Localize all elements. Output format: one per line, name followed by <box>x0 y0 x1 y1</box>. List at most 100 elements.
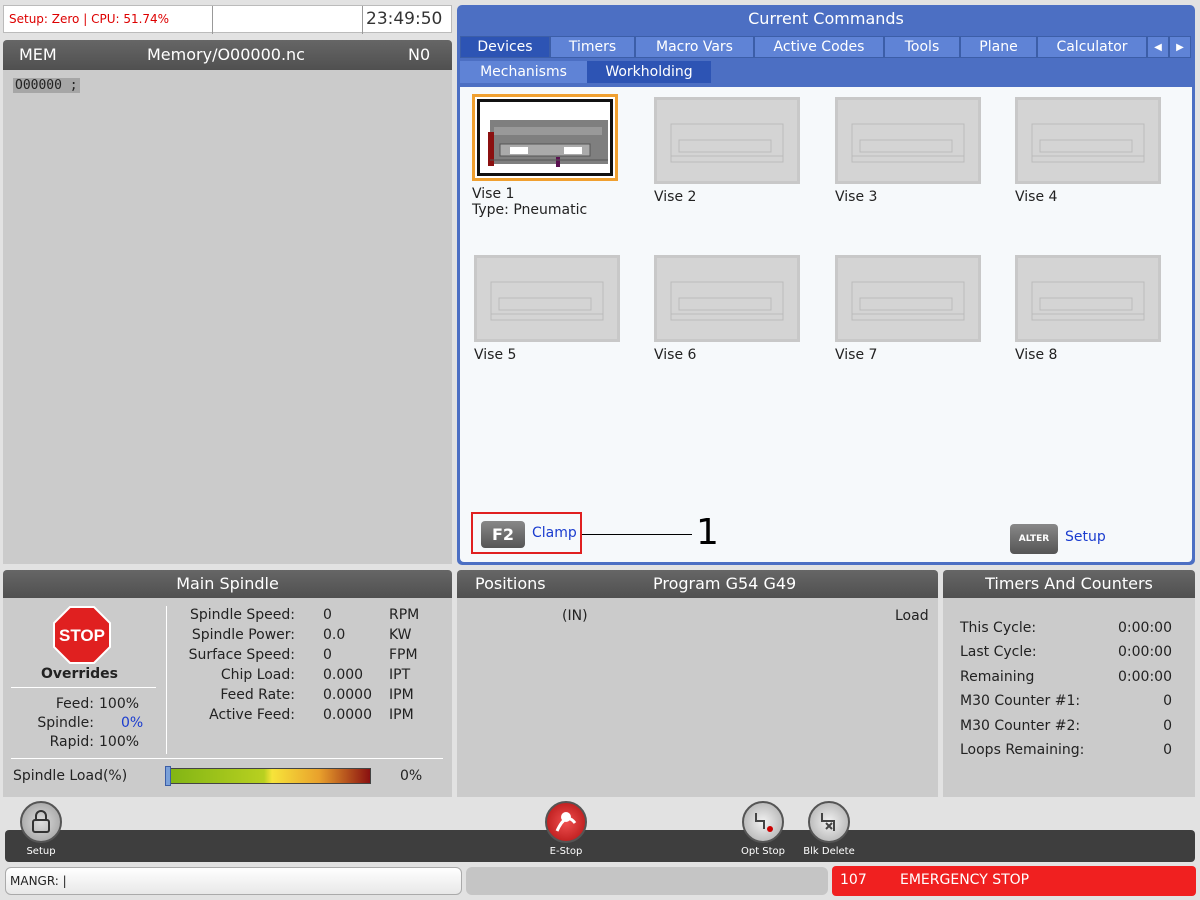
vise-thumbnail <box>1015 97 1161 184</box>
override-label: Rapid: <box>49 734 94 750</box>
vise-thumbnail <box>654 255 800 342</box>
opt-stop-button-label: Opt Stop <box>740 846 786 857</box>
setup-button[interactable]: Setup <box>12 801 70 857</box>
mangr-input[interactable]: MANGR: | <box>5 867 462 895</box>
current-commands-panel: Current Commands Devices Timers Macro Va… <box>457 5 1195 565</box>
clamp-label[interactable]: Clamp <box>532 525 577 541</box>
spindle-power-row: Spindle Power: 0.0 KW <box>163 627 443 647</box>
row-value: 0 <box>1163 718 1172 734</box>
vise-6[interactable]: Vise 6 <box>654 255 804 363</box>
override-label: Spindle: <box>37 715 94 731</box>
estop-button[interactable]: E-Stop <box>536 801 596 857</box>
vise-label: Vise 5 <box>474 347 517 363</box>
subtab-mechanisms[interactable]: Mechanisms <box>460 61 587 83</box>
alter-key-button[interactable]: ALTER <box>1010 524 1058 554</box>
bottom-toolbar <box>5 830 1195 862</box>
timers-header: Timers And Counters <box>943 570 1195 598</box>
estop-button-label: E-Stop <box>549 846 583 857</box>
setup-label[interactable]: Setup <box>1065 529 1106 545</box>
divider <box>11 758 443 759</box>
spindle-load-marker <box>165 766 171 786</box>
row-label: Feed Rate: <box>220 687 295 703</box>
vise-label: Vise 1 <box>472 186 515 202</box>
row-label: Surface Speed: <box>188 647 295 663</box>
timers-counters-panel: Timers And Counters This Cycle: 0:00:00 … <box>943 570 1195 797</box>
vise-thumbnail <box>835 97 981 184</box>
units-label: (IN) <box>562 608 588 624</box>
row-value: 0.000 <box>323 667 364 683</box>
vise-8[interactable]: Vise 8 <box>1015 255 1165 363</box>
spindle-load-label: Spindle Load(%) <box>13 768 128 784</box>
m30-counter-2-row: M30 Counter #2: 0 <box>960 718 1172 734</box>
row-label: M30 Counter #1: <box>960 693 1081 709</box>
block-delete-icon <box>808 801 850 843</box>
vise-2[interactable]: Vise 2 <box>654 97 804 205</box>
vise-thumbnail <box>835 255 981 342</box>
vise-4[interactable]: Vise 4 <box>1015 97 1165 205</box>
divider <box>212 6 213 34</box>
row-label: Last Cycle: <box>960 644 1037 660</box>
divider <box>362 6 363 34</box>
tab-devices[interactable]: Devices <box>460 36 550 58</box>
tab-scroll-right-icon[interactable]: ▶ <box>1169 36 1191 58</box>
blk-delete-button[interactable]: Blk Delete <box>798 801 860 857</box>
row-value: 0 <box>1163 742 1172 758</box>
main-spindle-panel: Main Spindle STOP Overrides Feed: 100% S… <box>3 570 452 797</box>
vise-7[interactable]: Vise 7 <box>835 255 985 363</box>
row-value: 0.0000 <box>323 707 372 723</box>
stop-icon: STOP <box>53 606 111 668</box>
row-unit: RPM <box>389 607 420 623</box>
vise-icon <box>1031 123 1145 163</box>
program-coordinates: Program G54 G49 <box>653 574 797 593</box>
row-label: Loops Remaining: <box>960 742 1085 758</box>
memory-panel: MEM Memory/O00000.nc N0 O00000 ; <box>3 40 452 564</box>
row-label: Spindle Speed: <box>190 607 295 623</box>
last-cycle-row: Last Cycle: 0:00:00 <box>960 644 1172 660</box>
tab-plane[interactable]: Plane <box>960 36 1037 58</box>
tab-timers[interactable]: Timers <box>550 36 635 58</box>
program-file-name: Memory/O00000.nc <box>147 45 305 64</box>
vise-icon <box>851 281 965 321</box>
row-value: 0.0000 <box>323 687 372 703</box>
stop-text: STOP <box>59 626 105 645</box>
divider <box>11 687 156 688</box>
override-label: Feed: <box>55 696 94 712</box>
spindle-header: Main Spindle <box>3 570 452 598</box>
override-value: 100% <box>99 696 140 712</box>
surface-speed-row: Surface Speed: 0 FPM <box>163 647 443 667</box>
load-label: Load <box>895 608 929 624</box>
tab-active-codes[interactable]: Active Codes <box>754 36 884 58</box>
blk-delete-button-label: Blk Delete <box>803 846 855 857</box>
tab-calculator[interactable]: Calculator <box>1037 36 1147 58</box>
row-label: This Cycle: <box>960 620 1037 636</box>
opt-stop-button[interactable]: Opt Stop <box>734 801 792 857</box>
remaining-row: Remaining 0:00:00 <box>960 669 1172 685</box>
panel-title: Main Spindle <box>176 574 279 593</box>
vise-thumbnail <box>654 97 800 184</box>
clamp-highlight-box: F2 Clamp <box>471 512 582 554</box>
m30-counter-1-row: M30 Counter #1: 0 <box>960 693 1172 709</box>
program-line[interactable]: O00000 ; <box>13 78 80 93</box>
tab-scroll-left-icon[interactable]: ◀ <box>1147 36 1169 58</box>
row-unit: IPM <box>389 687 414 703</box>
vise-icon <box>851 123 965 163</box>
f2-key-button[interactable]: F2 <box>481 521 525 548</box>
opt-stop-icon <box>742 801 784 843</box>
vise-3[interactable]: Vise 3 <box>835 97 985 205</box>
tab-macro-vars[interactable]: Macro Vars <box>635 36 754 58</box>
vise-5[interactable]: Vise 5 <box>474 255 624 363</box>
this-cycle-row: This Cycle: 0:00:00 <box>960 620 1172 636</box>
alarm-banner[interactable]: 107 EMERGENCY STOP <box>832 866 1196 896</box>
active-feed-row: Active Feed: 0.0000 IPM <box>163 707 443 727</box>
vise-thumbnail <box>1015 255 1161 342</box>
tab-tools[interactable]: Tools <box>884 36 960 58</box>
vise-thumbnail <box>472 94 618 181</box>
vise-label: Vise 6 <box>654 347 697 363</box>
vise-1[interactable]: Vise 1 Type: Pneumatic <box>472 94 622 218</box>
loops-remaining-row: Loops Remaining: 0 <box>960 742 1172 758</box>
vise-icon <box>670 281 784 321</box>
mode-indicator: MEM <box>19 45 57 64</box>
subtab-workholding[interactable]: Workholding <box>587 61 711 83</box>
row-label: Spindle Power: <box>191 627 295 643</box>
alarm-text: EMERGENCY STOP <box>900 872 1030 888</box>
